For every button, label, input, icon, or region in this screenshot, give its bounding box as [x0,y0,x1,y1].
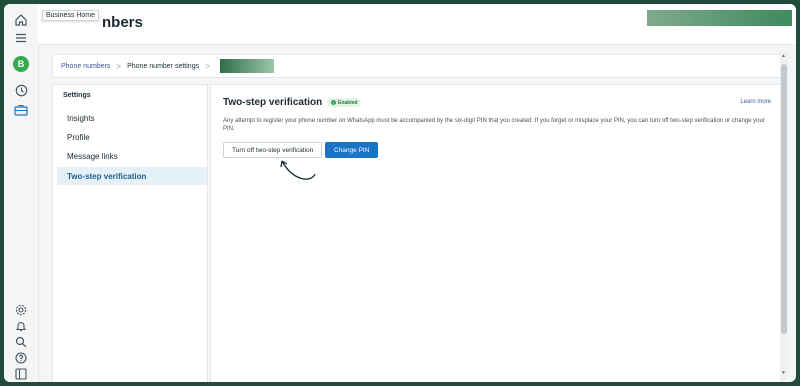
bell-icon[interactable] [13,318,29,334]
status-badge: ✓ Enabled [327,98,362,107]
breadcrumb-phone-number-settings[interactable]: Phone number settings [127,63,199,70]
menu-icon[interactable] [13,30,29,46]
gear-icon[interactable] [13,302,29,318]
check-icon: ✓ [331,100,336,105]
scroll-down-icon[interactable]: ▼ [781,370,786,376]
top-header: nbers Business Home [38,4,796,45]
home-icon[interactable] [13,12,29,28]
breadcrumb-redacted-number [219,59,274,73]
page-title: nbers [102,14,143,31]
tooltip-business-home: Business Home [42,10,100,21]
settings-item-profile[interactable]: Profile [57,128,207,146]
scrollbar-thumb[interactable] [781,64,787,334]
two-step-verification-card: Two-step verification ✓ Enabled Learn mo… [210,84,782,382]
breadcrumb-separator: > [116,61,122,71]
app-window: B nbers Business Home Phone numbers > Ph… [4,4,796,382]
settings-item-message-links[interactable]: Message links [57,147,207,165]
clock-icon[interactable] [13,82,29,98]
panel-icon[interactable] [13,366,29,382]
change-pin-button[interactable]: Change PIN [325,142,379,158]
header-redacted-block [647,10,792,26]
scroll-up-icon[interactable]: ▲ [781,53,786,59]
breadcrumb-phone-numbers[interactable]: Phone numbers [61,63,110,70]
help-icon[interactable] [13,350,29,366]
scrollbar[interactable]: ▲ ▼ [780,52,788,380]
learn-more-link[interactable]: Learn more [740,99,771,105]
status-badge-label: Enabled [338,99,358,106]
settings-item-insights[interactable]: Insights [57,109,207,127]
annotation-arrow-icon [280,160,316,180]
briefcase-icon[interactable] [13,102,29,118]
breadcrumb-separator: > [205,61,210,71]
description-text: Any attempt to register your phone numbe… [223,118,765,132]
settings-panel: Settings Insights Profile Message links … [52,84,208,382]
section-title: Two-step verification [223,97,323,108]
turn-off-two-step-button[interactable]: Turn off two-step verification [223,142,323,158]
breadcrumb: Phone numbers > Phone number settings > [52,54,784,78]
avatar[interactable]: B [13,56,29,72]
settings-item-two-step-verification[interactable]: Two-step verification [57,167,207,185]
settings-heading: Settings [63,92,91,99]
search-icon[interactable] [13,334,29,350]
nav-rail: B [4,4,39,382]
